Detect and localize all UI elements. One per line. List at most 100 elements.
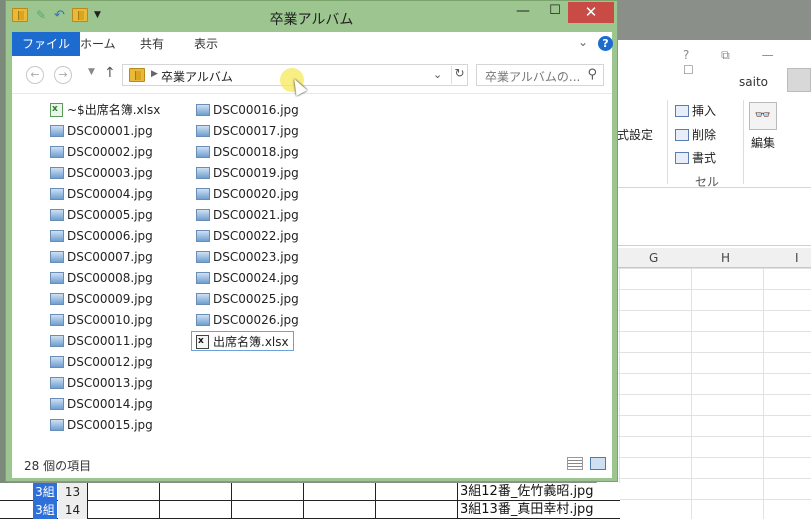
file-name: DSC00023.jpg (213, 250, 299, 264)
address-dropdown-icon[interactable]: ⌄ (433, 68, 442, 81)
file-name: DSC00003.jpg (67, 166, 153, 180)
cell[interactable] (232, 501, 304, 519)
image-file-icon (50, 293, 64, 305)
image-file-icon (50, 209, 64, 221)
list-item[interactable]: DSC00026.jpg (196, 310, 299, 330)
excel-grid[interactable] (597, 268, 811, 519)
cell[interactable] (376, 483, 458, 501)
list-item[interactable]: DSC00013.jpg (50, 373, 153, 393)
excel-delete-button[interactable]: 削除 (675, 126, 716, 143)
column-header-i[interactable]: I (795, 251, 799, 265)
list-item[interactable]: DSC00018.jpg (196, 142, 299, 162)
image-file-icon (196, 272, 210, 284)
cell[interactable] (304, 501, 376, 519)
up-button[interactable]: ↑ (104, 65, 116, 81)
back-button[interactable]: ← (26, 66, 44, 84)
help-icon[interactable]: ? (598, 36, 613, 51)
list-item[interactable]: DSC00005.jpg (50, 205, 153, 225)
cell[interactable] (88, 483, 160, 501)
excel-format-button[interactable]: 書式 (675, 149, 716, 166)
search-input[interactable]: 卒業アルバムの... ⚲ (476, 64, 604, 86)
file-name: DSC00018.jpg (213, 145, 299, 159)
cell[interactable] (304, 483, 376, 501)
cell[interactable] (160, 483, 232, 501)
list-item[interactable]: DSC00001.jpg (50, 121, 153, 141)
file-name: DSC00024.jpg (213, 271, 299, 285)
file-name: DSC00016.jpg (213, 103, 299, 117)
image-file-icon (50, 314, 64, 326)
cell[interactable] (376, 501, 458, 519)
list-item[interactable]: DSC00023.jpg (196, 247, 299, 267)
recent-locations-chevron-icon[interactable]: ▼ (88, 67, 95, 77)
list-item[interactable]: DSC00022.jpg (196, 226, 299, 246)
large-icons-view-icon[interactable] (590, 457, 606, 470)
list-item[interactable]: DSC00004.jpg (50, 184, 153, 204)
image-file-icon (196, 314, 210, 326)
title-bar[interactable]: ✎ ↶ ▼ 卒業アルバム — ☐ ✕ (6, 1, 617, 31)
list-item[interactable]: DSC00008.jpg (50, 268, 153, 288)
delete-label: 削除 (692, 128, 717, 142)
image-file-icon (50, 377, 64, 389)
list-item[interactable]: DSC00024.jpg (196, 268, 299, 288)
list-item[interactable]: DSC00019.jpg (196, 163, 299, 183)
list-item[interactable]: DSC00016.jpg (196, 100, 299, 120)
excel-edit-button[interactable]: 編集 (751, 134, 775, 151)
list-item[interactable]: DSC00010.jpg (50, 310, 153, 330)
list-item[interactable]: DSC00002.jpg (50, 142, 153, 162)
column-header-h[interactable]: H (721, 251, 730, 265)
close-button[interactable]: ✕ (568, 2, 614, 23)
list-item[interactable]: ~$出席名簿.xlsx (50, 99, 160, 120)
column-header-g[interactable]: G (649, 251, 658, 265)
excel-insert-button[interactable]: 挿入 (675, 102, 716, 119)
list-item[interactable]: DSC00021.jpg (196, 205, 299, 225)
cell[interactable] (88, 501, 160, 519)
minimize-button[interactable]: — (510, 3, 536, 23)
navigation-bar: ← → ▼ ↑ ▶ 卒業アルバム ⌄ ↻ 卒業アルバムの... ⚲ (12, 56, 612, 94)
list-item[interactable]: DSC00007.jpg (50, 247, 153, 267)
table-row[interactable]: 3組 14 3組13番_真田幸村.jpg (0, 501, 620, 519)
file-name: DSC00025.jpg (213, 292, 299, 306)
list-item[interactable]: DSC00011.jpg (50, 331, 153, 351)
file-name: DSC00020.jpg (213, 187, 299, 201)
excel-file-icon (50, 99, 63, 119)
list-item[interactable]: DSC00009.jpg (50, 289, 153, 309)
binoculars-icon[interactable]: 👓 (749, 102, 777, 130)
tab-view[interactable]: 表示 (194, 32, 218, 56)
list-item[interactable]: DSC00012.jpg (50, 352, 153, 372)
file-list[interactable]: ~$出席名簿.xlsx DSC00001.jpg DSC00002.jpg DSC00… (12, 94, 612, 450)
search-placeholder: 卒業アルバムの... (485, 70, 581, 84)
excel-conditional-format-label[interactable]: 式設定 (617, 126, 653, 143)
cell[interactable] (232, 483, 304, 501)
tab-share[interactable]: 共有 (140, 32, 164, 56)
tab-home[interactable]: ホーム (80, 32, 116, 56)
list-item[interactable]: DSC00003.jpg (50, 163, 153, 183)
file-name: DSC00014.jpg (67, 397, 153, 411)
image-file-icon (50, 167, 64, 179)
details-view-icon[interactable] (567, 457, 583, 470)
image-file-icon (196, 146, 210, 158)
list-item[interactable]: DSC00014.jpg (50, 394, 153, 414)
image-file-icon (50, 146, 64, 158)
list-item[interactable]: 出席名簿.xlsx (191, 331, 294, 351)
breadcrumb[interactable]: 卒業アルバム (161, 68, 233, 85)
list-item[interactable]: DSC00017.jpg (196, 121, 299, 141)
tab-file[interactable]: ファイル (12, 32, 81, 56)
list-item[interactable]: DSC00025.jpg (196, 289, 299, 309)
cell-filename[interactable]: 3組13番_真田幸村.jpg (460, 501, 594, 519)
cell-filename[interactable]: 3組12番_佐竹義昭.jpg (460, 483, 594, 501)
list-item[interactable]: DSC00006.jpg (50, 226, 153, 246)
maximize-button[interactable]: ☐ (542, 3, 568, 23)
explorer-window: ✎ ↶ ▼ 卒業アルバム — ☐ ✕ ファイル ホーム 共有 表示 ⌄ ? ← … (5, 0, 618, 482)
row-number[interactable]: 14 (58, 501, 88, 519)
table-row[interactable]: 3組 13 3組12番_佐竹義昭.jpg (0, 483, 620, 501)
ribbon-expand-chevron-icon[interactable]: ⌄ (578, 35, 588, 49)
refresh-button[interactable]: ↻ (451, 66, 467, 84)
list-item[interactable]: DSC00020.jpg (196, 184, 299, 204)
list-item[interactable]: DSC00015.jpg (50, 415, 153, 435)
file-name: DSC00009.jpg (67, 292, 153, 306)
cell[interactable] (160, 501, 232, 519)
breadcrumb-chevron-icon[interactable]: ▶ (151, 69, 158, 79)
forward-button[interactable]: → (54, 66, 72, 84)
row-tag: 3組 (33, 483, 57, 501)
row-number[interactable]: 13 (58, 483, 88, 501)
